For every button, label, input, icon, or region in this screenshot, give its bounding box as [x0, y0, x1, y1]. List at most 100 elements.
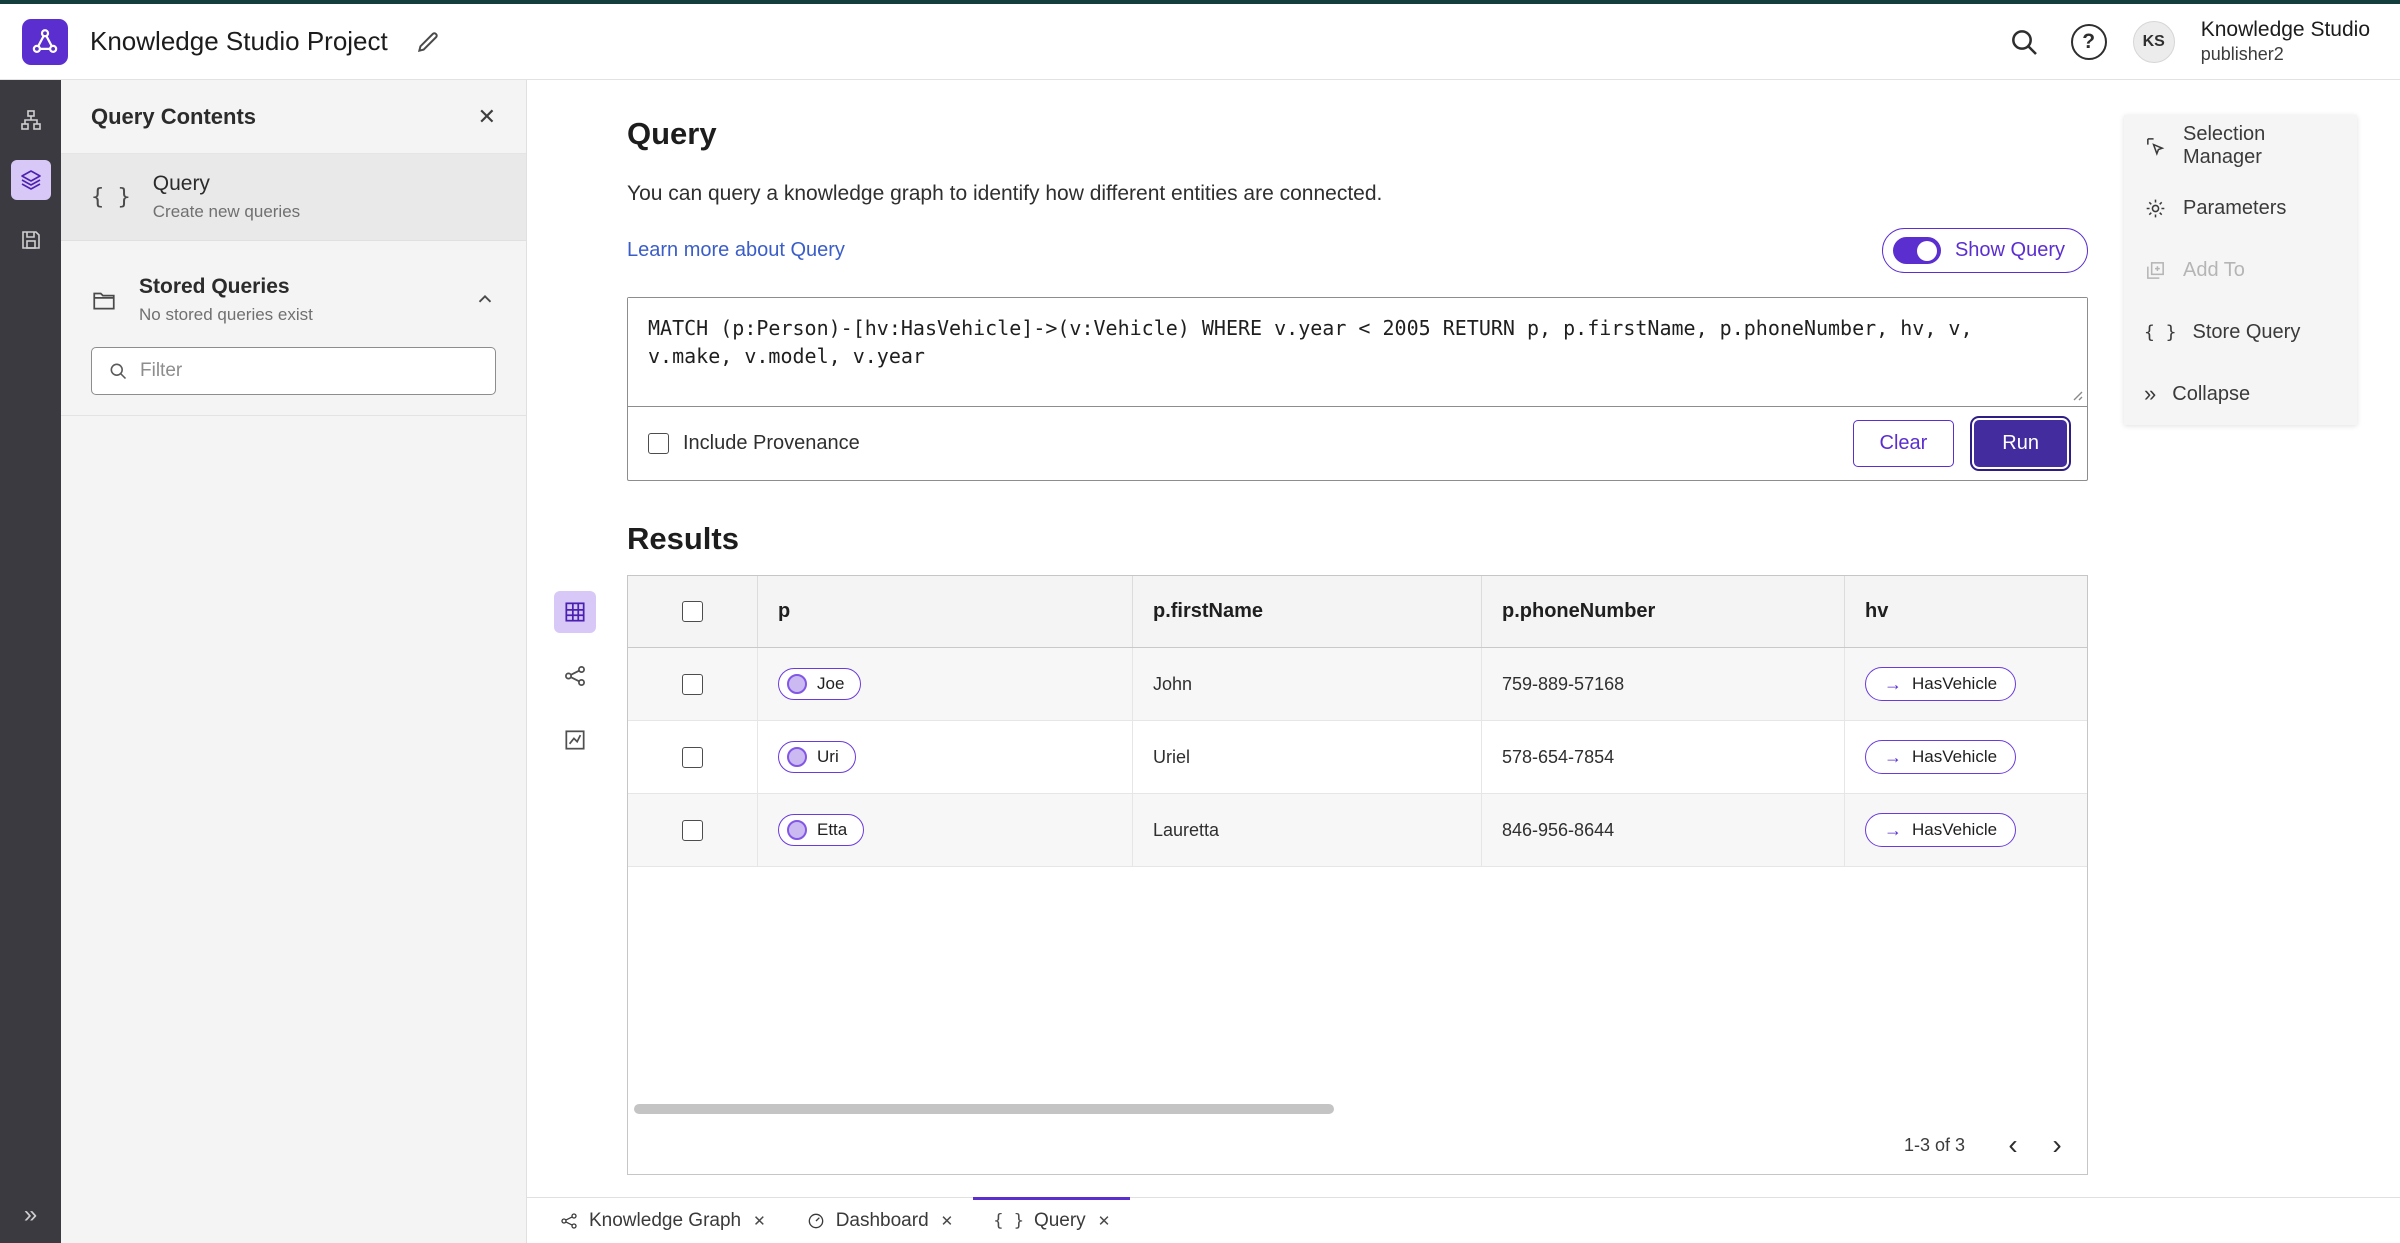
- node-pill[interactable]: Joe: [778, 668, 862, 700]
- results-view-toolbar: [554, 591, 596, 761]
- menu-item-store-query[interactable]: { } Store Query: [2124, 301, 2357, 363]
- search-button[interactable]: [2003, 21, 2045, 63]
- tab-label: Knowledge Graph: [589, 1209, 742, 1231]
- edge-pill[interactable]: → HasVehicle: [1865, 813, 2017, 847]
- clear-button[interactable]: Clear: [1852, 420, 1955, 467]
- row-checkbox[interactable]: [682, 819, 703, 841]
- tab-query[interactable]: { } Query ✕: [973, 1197, 1131, 1243]
- cell-node: Uri: [758, 721, 1133, 793]
- node-pill[interactable]: Etta: [778, 814, 865, 846]
- chevron-right-icon: ›: [2052, 1129, 2062, 1160]
- resize-grip-icon[interactable]: [2068, 386, 2084, 402]
- query-contents-panel: Query Contents ✕ { } Query Create new qu…: [61, 80, 527, 1243]
- chart-icon: [565, 730, 585, 750]
- table-empty-space: [628, 867, 2087, 1102]
- stored-queries-text: Stored Queries No stored queries exist: [139, 275, 452, 325]
- panel-title: Query Contents: [91, 103, 257, 129]
- double-chevron-right-icon: »: [23, 1201, 38, 1228]
- search-icon: [2011, 29, 2037, 55]
- gear-icon: [2146, 199, 2165, 217]
- panel-close-button[interactable]: ✕: [478, 104, 496, 130]
- header-cell: p.firstName: [1133, 576, 1482, 647]
- header-cell: p: [758, 576, 1133, 647]
- menu-item-label: Parameters: [2183, 196, 2287, 219]
- query-item-label: Query: [152, 172, 210, 195]
- menu-item-selection-manager[interactable]: Selection Manager: [2124, 115, 2357, 177]
- rail-save-button[interactable]: [11, 220, 51, 260]
- run-button[interactable]: Run: [1974, 420, 2067, 467]
- node-pill[interactable]: Uri: [778, 741, 856, 773]
- header-cell: hv: [1865, 600, 1889, 622]
- cell-select: [628, 794, 758, 866]
- rail-expand-button[interactable]: »: [0, 1201, 61, 1229]
- rail-layers-button[interactable]: [10, 160, 51, 200]
- chart-view-button[interactable]: [554, 719, 596, 761]
- query-item-text: Query Create new queries: [153, 172, 300, 222]
- hierarchy-icon: [20, 110, 41, 130]
- table-icon: [565, 602, 585, 622]
- main-area: Query You can query a knowledge graph to…: [527, 80, 2400, 1197]
- close-icon[interactable]: ✕: [753, 1212, 766, 1230]
- scrollbar-thumb[interactable]: [634, 1104, 1334, 1114]
- query-textarea[interactable]: MATCH (p:Person)-[hv:HasVehicle]->(v:Veh…: [628, 298, 2087, 406]
- row-checkbox[interactable]: [682, 673, 703, 695]
- help-button[interactable]: ?: [2070, 23, 2107, 60]
- stored-queries-sublabel: No stored queries exist: [139, 305, 313, 324]
- table-row[interactable]: Uri Uriel 578-654-7854 → HasVehicle: [628, 721, 2087, 794]
- menu-item-parameters[interactable]: Parameters: [2124, 177, 2357, 239]
- knowledge-graph-logo-icon: [32, 28, 58, 53]
- query-footer: Include Provenance Clear Run: [628, 407, 2087, 480]
- graph-view-button[interactable]: [554, 655, 596, 697]
- edge-pill[interactable]: → HasVehicle: [1865, 667, 2017, 701]
- edge-pill[interactable]: → HasVehicle: [1865, 740, 2017, 774]
- show-query-toggle[interactable]: Show Query: [1881, 228, 2088, 273]
- app-header: Knowledge Studio Project ? KS Knowledge …: [0, 0, 2400, 80]
- menu-item-label: Store Query: [2192, 320, 2301, 343]
- select-all-checkbox[interactable]: [682, 601, 703, 622]
- bottom-tab-bar: Knowledge Graph ✕ Dashboard ✕ { } Query …: [527, 1197, 2400, 1243]
- stored-queries-header: Stored Queries No stored queries exist: [61, 265, 526, 335]
- tab-dashboard[interactable]: Dashboard ✕: [786, 1198, 974, 1243]
- filter-box: [91, 347, 496, 395]
- header-actions: ? KS Knowledge Studio publisher2: [2003, 17, 2370, 66]
- pagination: 1-3 of 3 ‹ ›: [628, 1116, 2087, 1174]
- menu-item-collapse[interactable]: » Collapse: [2124, 363, 2357, 425]
- arrow-right-icon: →: [1884, 674, 1902, 694]
- braces-icon: { }: [91, 184, 131, 210]
- table-row[interactable]: Etta Lauretta 846-956-8644 → HasVehicle: [628, 794, 2087, 867]
- close-icon[interactable]: ✕: [1098, 1212, 1111, 1230]
- close-icon[interactable]: ✕: [941, 1212, 954, 1230]
- table-row[interactable]: Joe John 759-889-57168 → HasVehicle: [628, 648, 2087, 721]
- account-user-name: publisher2: [2200, 44, 2284, 65]
- table-view-button[interactable]: [554, 591, 596, 633]
- cell-phone-number: 759-889-57168: [1482, 648, 1845, 720]
- results-table-card: p p.firstName p.phoneNumber hv Joe John …: [627, 575, 2088, 1175]
- tab-label: Query: [1033, 1209, 1086, 1231]
- user-avatar[interactable]: KS: [2132, 20, 2175, 63]
- query-item[interactable]: { } Query Create new queries: [61, 154, 526, 241]
- previous-page-button[interactable]: ‹: [1991, 1123, 2035, 1167]
- save-icon: [21, 231, 40, 249]
- stored-queries-label: Stored Queries: [139, 275, 290, 298]
- edit-title-button[interactable]: [408, 22, 448, 62]
- tab-knowledge-graph[interactable]: Knowledge Graph ✕: [539, 1198, 786, 1243]
- cell-node: Joe: [758, 648, 1133, 720]
- add-to-icon: [2147, 261, 2164, 279]
- collapse-section-button[interactable]: [474, 289, 496, 311]
- table-body: Joe John 759-889-57168 → HasVehicle Uri: [628, 648, 2087, 867]
- table-header-row: p p.firstName p.phoneNumber hv: [628, 576, 2087, 648]
- next-page-button[interactable]: ›: [2035, 1123, 2079, 1167]
- braces-icon: { }: [2144, 321, 2177, 343]
- menu-item-label: Add To: [2183, 258, 2245, 281]
- filter-input[interactable]: [140, 360, 479, 382]
- app-logo: [22, 18, 68, 65]
- account-info: Knowledge Studio publisher2: [2201, 17, 2370, 66]
- learn-more-link[interactable]: Learn more about Query: [627, 239, 845, 262]
- row-checkbox[interactable]: [682, 746, 703, 768]
- node-label: Uri: [817, 747, 839, 766]
- include-provenance-checkbox[interactable]: [648, 433, 669, 454]
- arrow-right-icon: →: [1884, 820, 1902, 840]
- menu-item-add-to: Add To: [2124, 239, 2357, 301]
- node-circle-icon: [787, 674, 807, 694]
- rail-hierarchy-button[interactable]: [11, 100, 51, 140]
